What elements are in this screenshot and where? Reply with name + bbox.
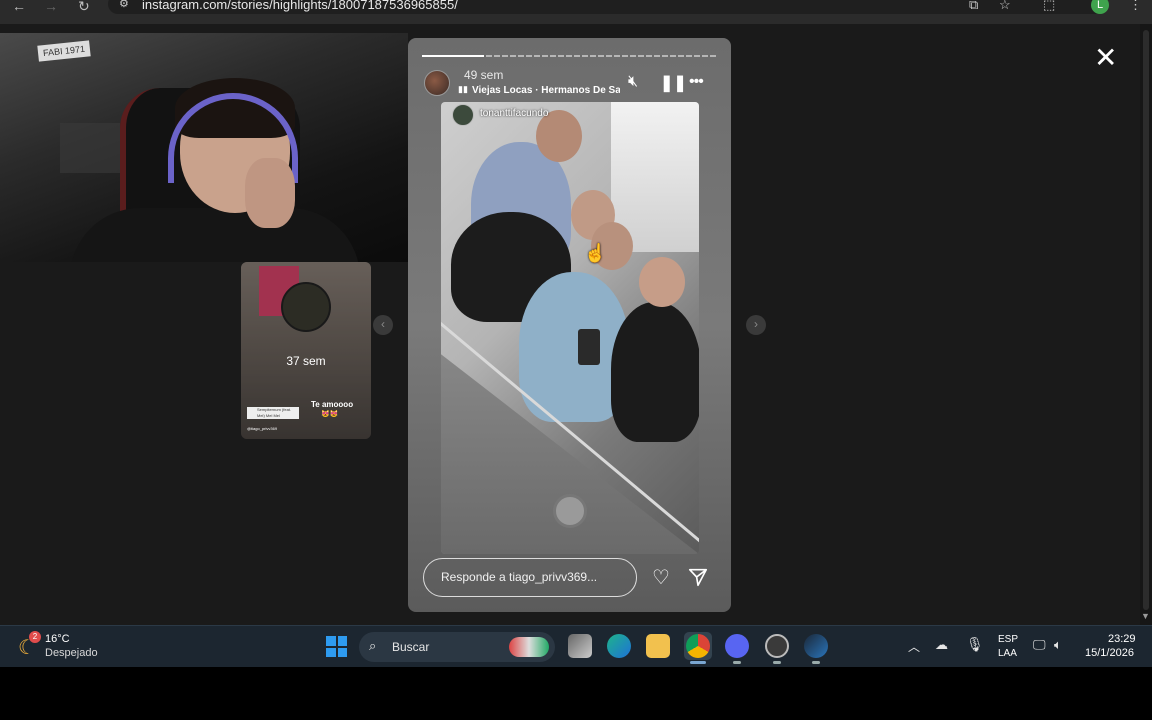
previous-story-preview[interactable]: 37 sem Sempiternum (feat. Mel) Mel Mel T… [241, 262, 371, 439]
story-card[interactable]: 49 sem ▮▮ Viejas Locas · Hermanos De San… [408, 38, 731, 612]
shelf [60, 123, 120, 173]
bookmark-star-icon[interactable]: ☆ [999, 0, 1011, 13]
edge-icon[interactable] [607, 634, 631, 658]
onedrive-icon[interactable]: ☁ [935, 637, 948, 653]
keyboard-layout-indicator[interactable]: LAA [998, 648, 1017, 659]
clock-time[interactable]: 23:29 [1108, 633, 1136, 645]
tagged-user-avatar[interactable] [452, 104, 474, 126]
photo-person-head [639, 257, 685, 307]
obs-running-indicator [773, 661, 781, 664]
windows-taskbar: ☾ 2 16°C Despejado ⌕ Buscar ︿ ☁ 🎙︎ ESP L… [0, 625, 1152, 667]
taskbar-search[interactable]: ⌕ Buscar [359, 632, 555, 662]
steam-running-indicator [812, 661, 820, 664]
discord-icon[interactable] [725, 634, 749, 658]
search-icon: ⌕ [369, 638, 377, 653]
previous-story-chevron-icon[interactable]: ‹ [373, 315, 393, 335]
browser-menu-icon[interactable]: ⋮ [1129, 0, 1142, 13]
person-shirt [70, 208, 360, 262]
forward-icon[interactable]: → [44, 0, 58, 13]
person-hand [245, 158, 295, 228]
story-photo [441, 102, 699, 554]
profile-avatar[interactable]: L [1091, 0, 1109, 14]
next-story-chevron-icon[interactable]: › [746, 315, 766, 335]
weather-notification-badge: 2 [29, 631, 41, 643]
progress-segment-done [422, 55, 484, 57]
muted-speaker-icon[interactable]: 🔇︎ [628, 73, 638, 91]
reload-icon[interactable]: ↻ [78, 0, 90, 13]
network-icon[interactable]: 🖵︎ [1033, 637, 1046, 653]
wall-sign: FABI 1971 [37, 40, 91, 62]
prev-story-emoji: 😻😻 [321, 411, 339, 418]
prev-story-time: 37 sem [286, 354, 326, 368]
browser-toolbar: ← → ↻ ⚙ instagram.com/stories/highlights… [0, 0, 1152, 24]
story-progress-bar [422, 55, 717, 57]
obs-icon[interactable] [765, 634, 789, 658]
install-app-icon[interactable]: ⧉ [969, 0, 978, 13]
url-text[interactable]: instagram.com/stories/highlights/1800718… [142, 0, 458, 12]
tray-chevron-up-icon[interactable]: ︿ [908, 638, 920, 655]
more-options-icon[interactable]: ••• [689, 73, 704, 91]
webcam-overlay: FABI 1971 [0, 33, 408, 262]
scroll-down-arrow-icon[interactable]: ▼ [1141, 611, 1150, 621]
reply-input[interactable]: Responde a tiago_privv369... [423, 558, 637, 597]
photo-phone [578, 329, 600, 365]
progress-segments-remaining [486, 55, 717, 57]
volume-icon[interactable]: 🔈︎ [1054, 637, 1062, 653]
steam-icon[interactable] [804, 634, 828, 658]
clock-date[interactable]: 15/1/2026 [1085, 647, 1134, 659]
file-explorer-icon[interactable] [646, 634, 670, 658]
story-music-title[interactable]: Viejas Locas · Hermanos De Sangre [472, 85, 620, 96]
windows-start-icon[interactable] [326, 636, 347, 657]
prev-story-music-sticker: Sempiternum (feat. Mel) Mel Mel [247, 407, 299, 419]
site-info-icon[interactable]: ⚙ [119, 0, 129, 10]
like-heart-icon[interactable]: ♡ [652, 565, 670, 590]
discord-running-indicator [733, 661, 741, 664]
photo-door-handle [553, 494, 587, 528]
language-indicator[interactable]: ESP [998, 634, 1018, 645]
send-icon[interactable] [687, 566, 709, 588]
scrollbar-thumb[interactable] [1143, 30, 1149, 610]
extensions-icon[interactable]: ⬚ [1043, 0, 1055, 13]
search-placeholder: Buscar [392, 640, 430, 654]
hand-cursor-icon: ☝ [584, 243, 607, 263]
tagged-username[interactable]: tonanttifacundo [480, 108, 548, 119]
microphone-icon[interactable]: 🎙︎ [966, 636, 984, 653]
back-icon[interactable]: ← [12, 0, 26, 13]
pause-icon[interactable]: ❚❚ [660, 73, 687, 93]
search-highlight-art [509, 637, 549, 657]
photo-person [611, 302, 699, 442]
temperature[interactable]: 16°C [45, 633, 70, 645]
task-view-icon[interactable] [568, 634, 592, 658]
chrome-icon[interactable] [686, 634, 710, 658]
close-icon[interactable]: ✕ [1094, 44, 1117, 72]
music-bars-icon: ▮▮ [458, 84, 468, 94]
chrome-running-indicator [690, 661, 706, 664]
prev-story-user: @tiago_privv369 [247, 426, 278, 431]
story-author-avatar[interactable] [424, 70, 450, 96]
weather-condition[interactable]: Despejado [45, 647, 98, 659]
prev-story-caption: Te amoooo [311, 400, 354, 409]
story-time: 49 sem [464, 68, 504, 82]
